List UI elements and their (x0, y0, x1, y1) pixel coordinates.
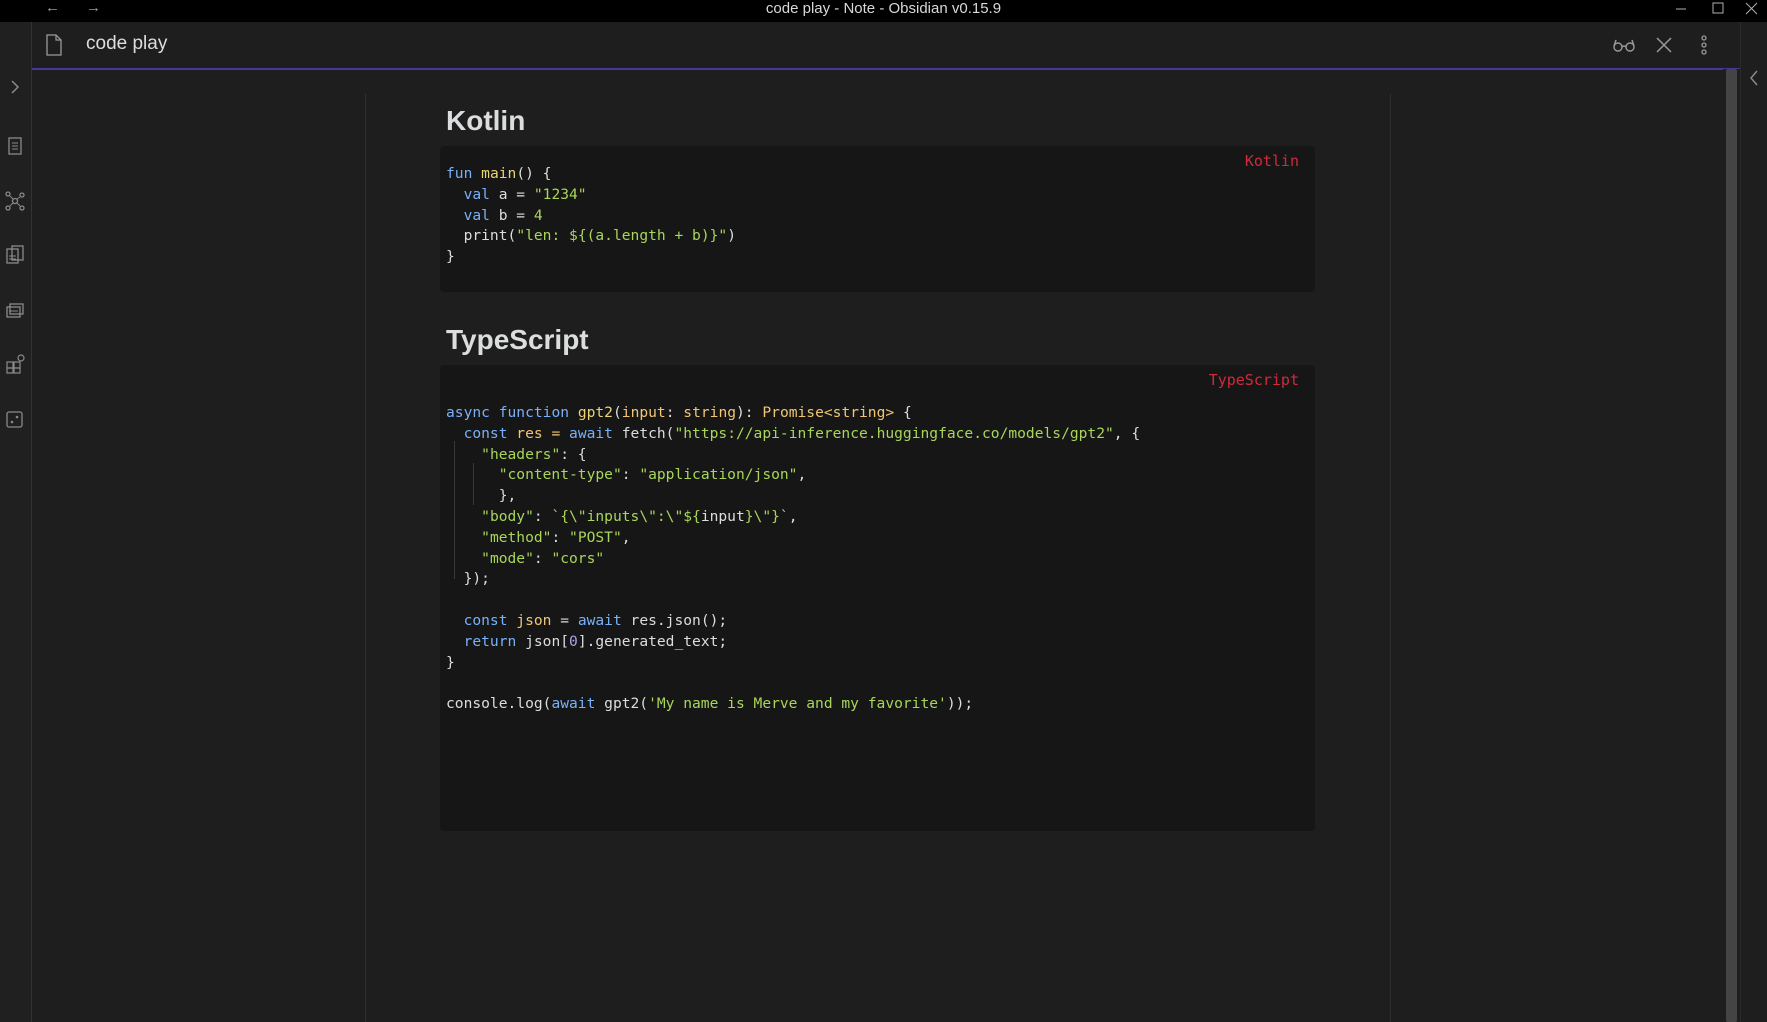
minimize-icon[interactable] (1670, 0, 1694, 22)
window-title: code play - Note - Obsidian v0.15.9 (765, 0, 1002, 17)
view-header: code play (32, 22, 1740, 70)
plugins-icon[interactable] (4, 353, 26, 375)
expand-sidebar-icon[interactable] (4, 76, 26, 98)
open-quick-switcher-icon[interactable] (4, 135, 26, 157)
code-language-label: TypeScript (1208, 371, 1299, 389)
code-text-typescript[interactable]: async function gpt2(input: string): Prom… (446, 403, 1140, 715)
readable-line-left (365, 94, 366, 1022)
expand-right-sidebar-icon[interactable] (1744, 67, 1764, 94)
more-options-icon[interactable] (1692, 34, 1716, 56)
view-title[interactable]: code play (86, 33, 167, 55)
templates-icon[interactable] (4, 244, 26, 266)
reading-view-icon[interactable] (1612, 34, 1636, 56)
title-bar: ← → code play - Note - Obsidian v0.15.9 (0, 0, 1767, 22)
scrollbar-thumb[interactable] (1726, 69, 1737, 1022)
close-window-icon[interactable] (1740, 0, 1764, 22)
code-text-kotlin[interactable]: fun main() { val a = "1234" val b = 4 pr… (446, 164, 736, 268)
code-block-typescript[interactable]: TypeScript async function gpt2(input: st… (440, 365, 1315, 831)
note-content[interactable]: Kotlin Kotlin fun main() { val a = "1234… (32, 70, 1722, 1022)
code-language-label: Kotlin (1244, 152, 1299, 170)
right-sidebar-collapsed (1740, 22, 1767, 1022)
random-note-icon[interactable] (4, 408, 26, 430)
code-block-kotlin[interactable]: Kotlin fun main() { val a = "1234" val b… (440, 146, 1315, 292)
left-ribbon (0, 22, 32, 1022)
graph-view-icon[interactable] (4, 190, 26, 212)
maximize-icon[interactable] (1706, 0, 1730, 22)
heading-kotlin: Kotlin (446, 105, 526, 136)
readable-line-right (1390, 94, 1391, 1022)
slides-icon[interactable] (4, 299, 26, 321)
scrollbar[interactable] (1723, 69, 1740, 1022)
close-icon[interactable] (1652, 34, 1676, 56)
file-icon (45, 34, 63, 61)
heading-typescript: TypeScript (446, 324, 589, 355)
